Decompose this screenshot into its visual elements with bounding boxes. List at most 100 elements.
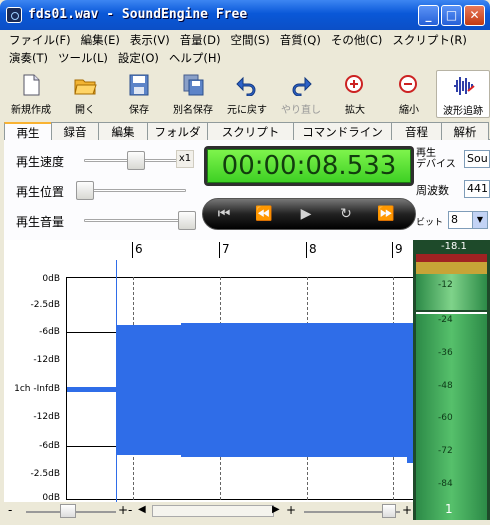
zoom-plus-icon[interactable]: + xyxy=(118,503,128,517)
position-label: 再生位置 xyxy=(16,185,65,199)
bit-dropdown-arrow[interactable]: ▼ xyxy=(472,211,488,229)
waveform-segment xyxy=(117,325,181,455)
waveform-follow-icon xyxy=(454,77,475,95)
play-icon[interactable]: ▶ xyxy=(295,204,317,224)
speed-multiplier[interactable]: x1 xyxy=(176,150,194,168)
maximize-button[interactable]: □ xyxy=(441,5,462,26)
meter-tick: -60 xyxy=(438,413,453,423)
scroll-right-icon[interactable]: ▶ xyxy=(272,504,280,515)
waveform-view[interactable]: 6 7 8 9 0dB -2.5dB -6dB -12dB 1ch -InfdB… xyxy=(4,240,413,520)
zoom-out-icon xyxy=(399,75,417,93)
undo-icon xyxy=(236,76,256,96)
menu-play[interactable]: 演奏(T) xyxy=(4,48,53,66)
vzoom-plus-icon[interactable]: + xyxy=(402,503,412,517)
db-scale: 0dB -2.5dB -6dB -12dB 1ch -InfdB -12dB -… xyxy=(4,260,64,503)
tab-bar: 再生 録音 編集 フォルダ スクリプト コマンドライン 音程 解析 xyxy=(4,122,490,141)
waveform-silence xyxy=(67,387,117,392)
meter-tick: -48 xyxy=(438,381,453,391)
new-file-icon xyxy=(23,74,40,96)
zoom-slider-thumb[interactable] xyxy=(60,504,76,518)
menu-script[interactable]: スクリプト(R) xyxy=(387,30,471,48)
frequency-select[interactable]: 441 xyxy=(464,180,490,198)
rewind-icon[interactable]: ⏪ xyxy=(253,204,275,224)
title-bar: fds01.wav - SoundEngine Free _ □ ✕ xyxy=(0,0,490,30)
speed-slider-thumb[interactable] xyxy=(127,151,145,170)
zoom-minus-icon[interactable]: - xyxy=(8,503,12,517)
db-label: -6dB xyxy=(39,327,60,337)
position-slider-thumb[interactable] xyxy=(76,181,94,200)
position-slider-track[interactable] xyxy=(84,189,186,192)
bit-label: ビット xyxy=(416,218,444,228)
menu-settings[interactable]: 設定(O) xyxy=(113,48,164,66)
tab-folder[interactable]: フォルダ xyxy=(147,122,208,140)
menu-file[interactable]: ファイル(F) xyxy=(4,30,76,48)
loop-icon[interactable]: ↻ xyxy=(335,204,357,224)
scroll-plus-icon[interactable]: + xyxy=(286,503,296,517)
zoom-in-button[interactable]: 拡大 xyxy=(328,70,382,118)
db-label: 0dB xyxy=(42,274,60,284)
menu-tools[interactable]: ツール(L) xyxy=(53,48,113,66)
meter-tick: -84 xyxy=(438,479,453,489)
menu-help[interactable]: ヘルプ(H) xyxy=(164,48,226,66)
level-meter: -18.1 -12 -24 -36 -48 -60 -72 -84 1 xyxy=(413,240,490,520)
menu-edit[interactable]: 編集(E) xyxy=(76,30,125,48)
tab-record[interactable]: 録音 xyxy=(51,122,99,140)
minimize-button[interactable]: _ xyxy=(418,5,439,26)
tab-pitch[interactable]: 音程 xyxy=(391,122,442,140)
toolbar: 新規作成 開く 保存 別名保存 元に戻す やり直し 拡大 縮小 波形追跡 xyxy=(4,70,490,118)
db-label: -2.5dB xyxy=(30,300,60,310)
volume-slider-thumb[interactable] xyxy=(178,211,196,230)
undo-button[interactable]: 元に戻す xyxy=(220,70,274,118)
scroll-thumb[interactable] xyxy=(152,505,274,517)
db-label: -2.5dB xyxy=(30,469,60,479)
close-button[interactable]: ✕ xyxy=(464,5,485,26)
meter-tick: -12 xyxy=(438,280,453,290)
app-icon[interactable] xyxy=(6,7,22,23)
save-as-icon xyxy=(183,74,204,96)
ruler-label: 7 xyxy=(222,242,230,256)
time-display-value: 00:00:08.533 xyxy=(207,149,411,183)
playback-cursor[interactable] xyxy=(116,260,117,508)
meter-tick: -72 xyxy=(438,446,453,456)
vzoom-slider-thumb[interactable] xyxy=(382,504,396,518)
menu-view[interactable]: 表示(V) xyxy=(125,30,175,48)
time-display: 00:00:08.533 xyxy=(204,146,414,186)
redo-button[interactable]: やり直し xyxy=(274,70,328,118)
ruler-label: 8 xyxy=(309,242,317,256)
bit-select[interactable]: 8 xyxy=(448,211,474,229)
tab-analysis[interactable]: 解析 xyxy=(441,122,489,140)
horizontal-scrollbar[interactable]: - + - ◀ ▶ + + xyxy=(4,502,413,520)
menu-space[interactable]: 空間(S) xyxy=(226,30,275,48)
time-ruler: 6 7 8 9 xyxy=(4,240,413,260)
skip-to-start-icon[interactable]: ⏮ xyxy=(213,204,235,224)
tab-edit[interactable]: 編集 xyxy=(98,122,148,140)
new-button[interactable]: 新規作成 xyxy=(4,70,58,118)
db-label: -12dB xyxy=(33,412,60,422)
open-button[interactable]: 開く xyxy=(58,70,112,118)
waveform-follow-button[interactable]: 波形追跡 xyxy=(436,70,490,118)
zoom-out-button[interactable]: 縮小 xyxy=(382,70,436,118)
redo-icon xyxy=(292,76,312,96)
menu-volume[interactable]: 音量(D) xyxy=(175,30,226,48)
save-icon xyxy=(129,74,149,96)
waveform-graph[interactable] xyxy=(66,277,413,500)
scroll-left-icon[interactable]: ◀ xyxy=(138,504,146,515)
transport-bar: ⏮ ⏪ ▶ ↻ ⏩ xyxy=(202,198,416,230)
fast-forward-icon[interactable]: ⏩ xyxy=(375,204,397,224)
open-folder-icon xyxy=(74,79,97,95)
window-title: fds01.wav - SoundEngine Free xyxy=(28,7,248,22)
volume-slider-track[interactable] xyxy=(84,219,186,222)
menu-quality[interactable]: 音質(Q) xyxy=(275,30,326,48)
zoom-in-icon xyxy=(345,75,363,93)
save-button[interactable]: 保存 xyxy=(112,70,166,118)
tab-play[interactable]: 再生 xyxy=(4,122,52,141)
meter-tick: -36 xyxy=(438,348,453,358)
tab-script[interactable]: スクリプト xyxy=(207,122,294,140)
tab-commandline[interactable]: コマンドライン xyxy=(293,122,392,140)
playback-panel: 再生速度 x1 再生位置 再生音量 00:00:08.533 ⏮ ⏪ ▶ ↻ ⏩… xyxy=(4,140,490,240)
menu-other[interactable]: その他(C) xyxy=(326,30,388,48)
db-label: 1ch -InfdB xyxy=(14,384,60,394)
device-select[interactable]: Sou xyxy=(464,150,490,168)
save-as-button[interactable]: 別名保存 xyxy=(166,70,220,118)
scroll-minus-icon[interactable]: - xyxy=(128,503,132,517)
